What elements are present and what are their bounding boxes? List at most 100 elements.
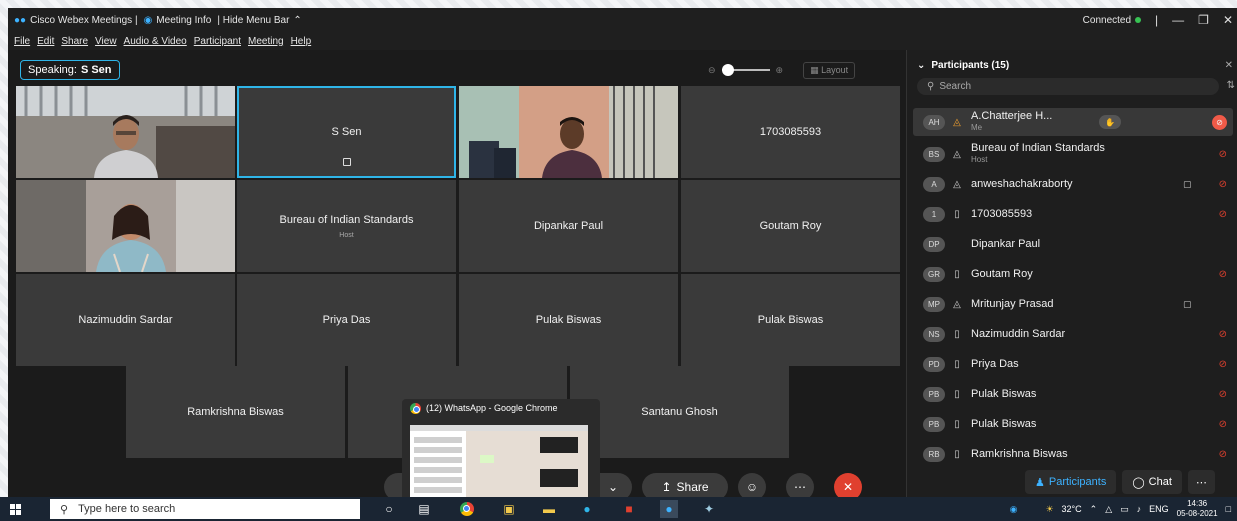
zoom-out-icon[interactable]: ⊖ [708,65,716,76]
help-icon[interactable]: ◉ [1010,504,1018,515]
app-title: ●● Cisco Webex Meetings | [14,15,138,26]
video-tile-5[interactable] [16,180,235,272]
video-tile-12[interactable]: Pulak Biswas [681,274,900,366]
tile-name: Priya Das [322,314,371,326]
participant-row[interactable]: DP Dipankar Paul [913,230,1233,258]
video-tile-9[interactable]: Nazimuddin Sardar [16,274,235,366]
mute-icon[interactable]: ⊘ [1219,359,1227,370]
clock[interactable]: 14:36 05-08-2021 [1177,499,1218,519]
menu-view[interactable]: View [95,36,117,47]
menu-help[interactable]: Help [291,36,312,47]
raise-hand-icon[interactable]: ✋ [1099,115,1121,129]
participant-row[interactable]: PB ▯ Pulak Biswas ⊘ [913,380,1233,408]
close-button[interactable]: ✕ [1223,13,1233,27]
start-button[interactable] [0,497,30,521]
whatsapp-thumbnail [410,425,588,497]
video-tile-13[interactable]: Ramkrishna Biswas [126,366,345,458]
menu-meeting[interactable]: Meeting [248,36,284,47]
store-icon[interactable]: ▣ [500,500,518,518]
file-explorer-icon[interactable]: ▬ [540,500,558,518]
video-tile-1[interactable] [16,86,235,178]
menu-edit[interactable]: Edit [37,36,54,47]
paint-icon[interactable]: ✦ [700,500,718,518]
participants-panel: ⌄ Participants (15) ✕ ⚲ Search ⇅ AH ◬ A.… [906,50,1237,497]
camera-icon: ▢ [1183,178,1192,189]
menu-share[interactable]: Share [61,36,88,47]
menu-file[interactable]: File [14,36,30,47]
participant-row[interactable]: NS ▯ Nazimuddin Sardar ⊘ [913,320,1233,348]
webex-taskbar-icon[interactable]: ● [660,500,678,518]
video-tile-8[interactable]: Goutam Roy [681,180,900,272]
video-tile-7[interactable]: Dipankar Paul [459,180,678,272]
layout-button[interactable]: ▦ Layout [803,61,856,79]
mute-icon[interactable]: ⊘ [1219,269,1227,280]
menu-participant[interactable]: Participant [194,36,241,47]
participant-row[interactable]: PB ▯ Pulak Biswas ⊘ [913,410,1233,438]
avatar: GR [923,266,945,282]
chat-tab-button[interactable]: ◯ Chat [1122,470,1182,494]
participant-row[interactable]: A ◬ anweshachakraborty ▢ ⊘ [913,170,1233,198]
taskbar-search-input[interactable]: ⚲ Type here to search [50,499,360,519]
network-icon[interactable]: △ [1105,504,1112,515]
more-icon: ⋯ [794,480,806,494]
notifications-icon[interactable]: □ [1226,504,1231,514]
participant-row[interactable]: GR ▯ Goutam Roy ⊘ [913,260,1233,288]
mute-icon[interactable]: ⊘ [1219,149,1227,160]
video-tile-4[interactable]: 1703085593 [681,86,900,178]
participants-title: Participants (15) [931,60,1010,71]
video-tile-15[interactable]: Santanu Ghosh [570,366,789,458]
language-label[interactable]: ENG [1149,504,1169,514]
video-tile-10[interactable]: Priya Das [237,274,456,366]
avatar: RB [923,446,945,462]
participants-tab-button[interactable]: ♟ Participants [1025,470,1117,494]
zoom-in-icon[interactable]: ⊕ [776,65,784,76]
role-text: Host [971,155,988,164]
hide-menu-bar-button[interactable]: | Hide Menu Bar ⌃ [217,15,301,26]
video-tile-2[interactable]: S Sen [237,86,456,178]
mute-icon[interactable]: ⊘ [1219,329,1227,340]
clock-time: 14:36 [1187,499,1208,508]
menu-audio-video[interactable]: Audio & Video [124,36,187,47]
mute-icon[interactable]: ⊘ [1219,419,1227,430]
powerpoint-icon[interactable]: ■ [620,500,638,518]
avatar: NS [923,326,945,342]
chrome-taskbar-icon[interactable] [458,500,476,518]
participant-row[interactable]: PD ▯ Priya Das ⊘ [913,350,1233,378]
participant-row[interactable]: 1 ▯ 1703085593 ⊘ [913,200,1233,228]
participant-row[interactable]: BS ◬ Bureau of Indian Standards Host ⊘ [913,140,1233,168]
audio-icon: ◬ [953,116,961,128]
participant-row[interactable]: MP ◬ Mritunjay Prasad ▢ [913,290,1233,318]
mute-icon[interactable]: ⊘ [1219,449,1227,460]
audio-icon: ◬ [953,178,961,190]
battery-icon[interactable]: ▭ [1120,504,1129,515]
phone-icon: ▯ [954,358,960,370]
tile-name: S Sen [331,126,362,138]
mute-icon[interactable]: ⊘ [1219,209,1227,220]
zoom-slider-knob[interactable] [721,64,734,76]
edge-icon[interactable]: ● [578,500,596,518]
participant-row[interactable]: RB ▯ Ramkrishna Biswas ⊘ [913,440,1233,468]
mute-icon[interactable]: ⊘ [1219,179,1227,190]
volume-icon[interactable]: ♪ [1137,504,1142,514]
mute-icon[interactable]: ⊘ [1219,389,1227,400]
participant-name: Pulak Biswas [971,388,1036,400]
sort-icon[interactable]: ⇅ [1227,80,1235,91]
zoom-slider[interactable] [721,64,770,76]
task-view-icon[interactable]: ▤ [415,500,433,518]
panel-more-button[interactable]: ⋯ [1187,470,1215,494]
meeting-info-button[interactable]: ◉ Meeting Info [144,15,212,26]
chevron-up-icon[interactable]: ⌃ [1090,504,1098,515]
close-panel-icon[interactable]: ✕ [1225,60,1233,71]
participant-row[interactable]: AH ◬ A.Chatterjee H... Me ✋ ⊘ [913,108,1233,136]
video-tile-6[interactable]: Bureau of Indian Standards Host [237,180,456,272]
avatar: PB [923,416,945,432]
video-tile-3[interactable] [459,86,678,178]
participants-header[interactable]: ⌄ Participants (15) [917,60,1009,71]
video-tile-11[interactable]: Pulak Biswas [459,274,678,366]
restore-button[interactable]: ❐ [1198,13,1209,27]
taskbar-preview-popup[interactable]: (12) WhatsApp - Google Chrome [402,399,600,503]
mute-icon[interactable]: ⊘ [1212,114,1227,130]
minimize-button[interactable]: — [1172,13,1184,27]
participant-search-input[interactable]: ⚲ Search [917,78,1219,95]
cortana-icon[interactable]: ○ [380,500,398,518]
